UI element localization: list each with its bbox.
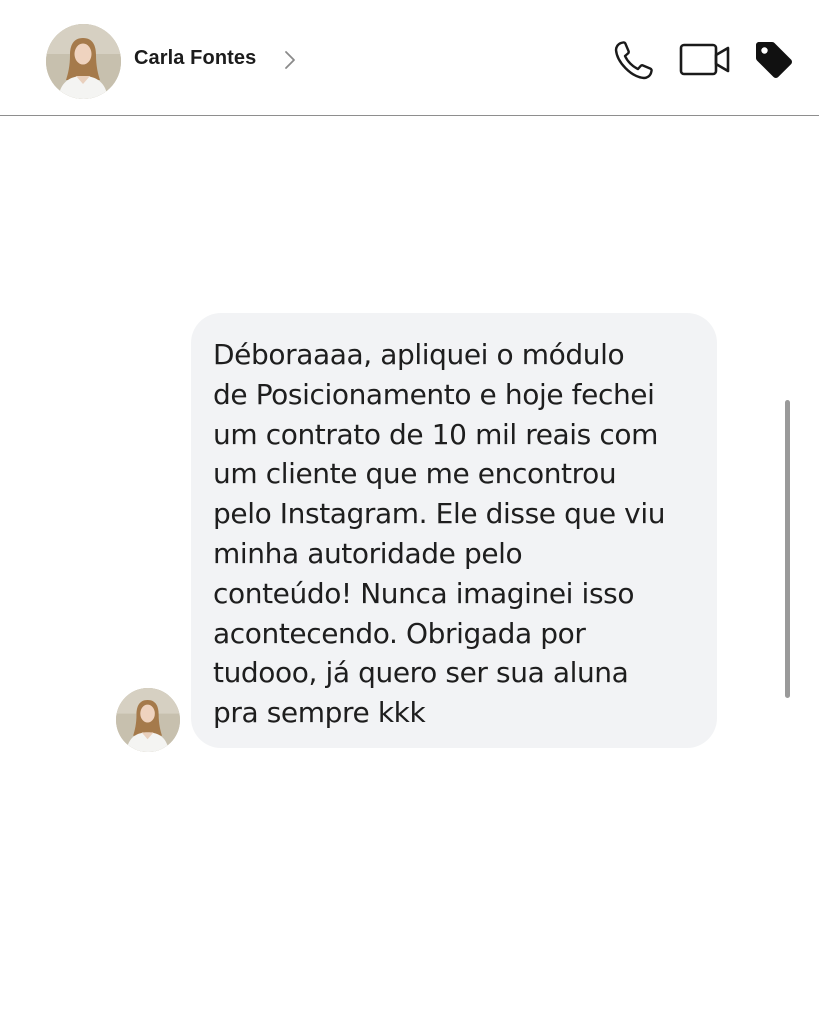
avatar-photo (116, 688, 180, 752)
message-text: Déboraaaa, apliquei o módulo de Posicion… (213, 335, 695, 733)
message-line: acontecendo. Obrigada por (213, 616, 586, 650)
message-line: tudooo, já quero ser sua aluna (213, 656, 629, 690)
message-line: Déboraaaa, apliquei o módulo (213, 338, 625, 371)
message-line: de Posicionamento e hoje fechei (213, 377, 655, 411)
message-line: pra sempre kkk (213, 696, 426, 730)
contact-avatar[interactable] (46, 24, 121, 99)
message-line: um contrato de 10 mil reais com (213, 417, 658, 451)
chat-screen: Carla Fontes Déboraaaa, apliquei o módul… (0, 0, 819, 1024)
video-camera-icon[interactable] (678, 40, 732, 80)
scrollbar[interactable] (785, 400, 790, 698)
sender-avatar[interactable] (116, 688, 180, 752)
message-line: minha autoridade pelo (213, 536, 523, 570)
contact-name[interactable]: Carla Fontes (134, 47, 256, 70)
chevron-right-icon[interactable] (283, 49, 297, 71)
phone-icon[interactable] (612, 38, 656, 82)
avatar-photo (46, 24, 121, 99)
chat-header: Carla Fontes (0, 0, 819, 116)
message-bubble[interactable]: Déboraaaa, apliquei o módulo de Posicion… (191, 313, 717, 748)
message-line: conteúdo! Nunca imaginei isso (213, 576, 635, 610)
message-line: pelo Instagram. Ele disse que viu (213, 497, 666, 531)
tag-icon[interactable] (752, 38, 796, 82)
message-line: um cliente que me encontrou (213, 457, 617, 491)
